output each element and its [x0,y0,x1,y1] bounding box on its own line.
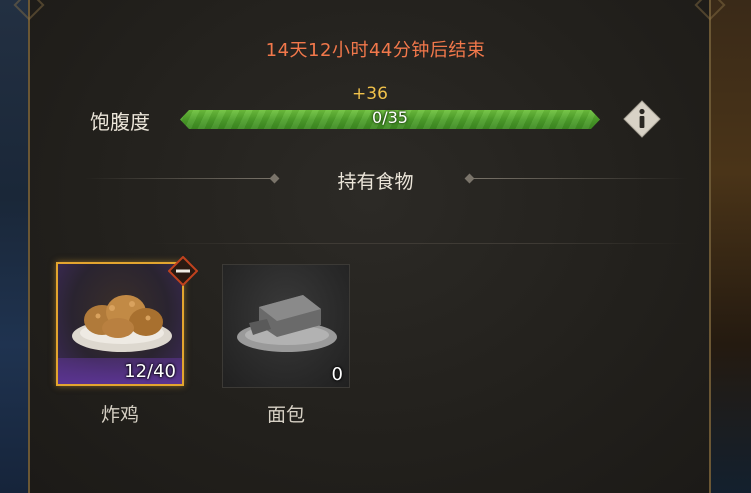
food-item-bread[interactable]: 0 [222,264,350,388]
satiety-bonus: +36 [352,84,388,104]
event-timer: 14天12小时44分钟后结束 [265,40,486,61]
background-left [0,0,30,493]
info-icon[interactable] [622,99,662,139]
bread-icon [237,295,337,352]
food-name-bread: 面包 [266,404,305,426]
satiety-progress-text: 0/35 [372,108,408,127]
section-title: 持有食物 [337,171,414,193]
item-quantity: 0 [331,364,343,385]
item-quantity: 12/40 [124,361,176,382]
background-right [706,0,751,493]
food-name-fried-chicken: 炸鸡 [100,404,139,426]
minus-icon[interactable] [167,255,199,287]
section-divider-right [468,178,688,179]
fried-chicken-icon [72,295,172,352]
background-divider [150,243,690,244]
satiety-label: 饱腹度 [90,110,150,134]
food-item-fried-chicken[interactable]: 12/40 [56,262,184,386]
